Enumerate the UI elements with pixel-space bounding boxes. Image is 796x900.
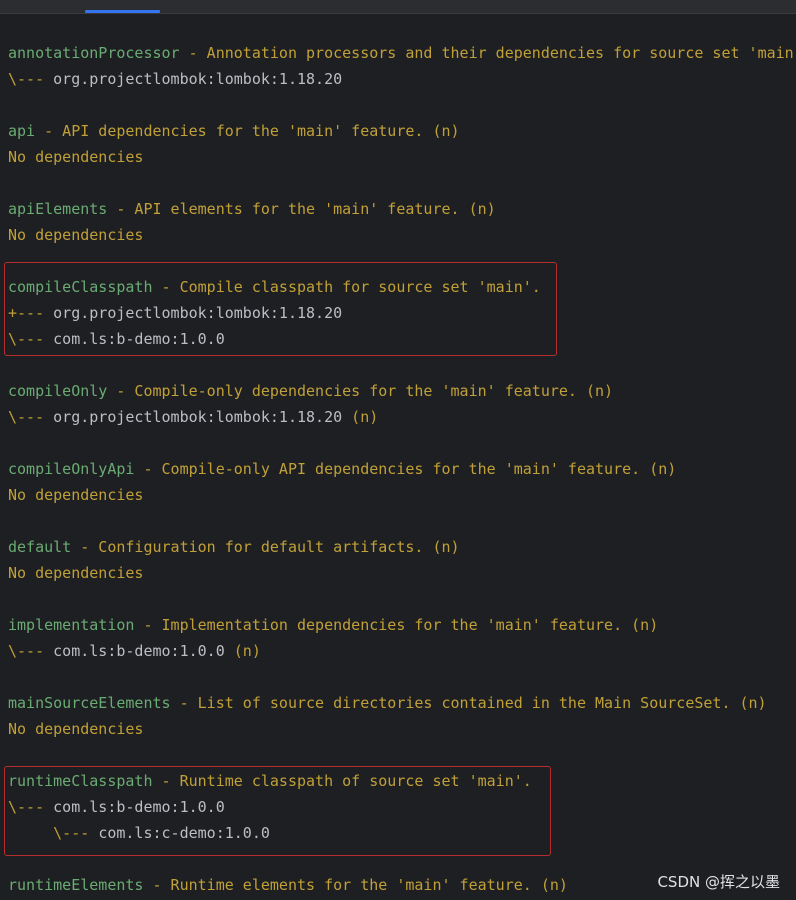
dependency-artifact: com.ls:b-demo:1.0.0 [53, 330, 225, 348]
no-dependencies-text: No dependencies [8, 564, 144, 582]
config-description: - Runtime elements for the 'main' featur… [143, 876, 568, 894]
config-name: runtimeClasspath [8, 772, 153, 790]
config-header: compileOnlyApi - Compile-only API depend… [8, 456, 796, 482]
dependency-artifact: com.ls:b-demo:1.0.0 [53, 642, 225, 660]
active-tab-indicator[interactable] [85, 10, 160, 13]
tree-connector: \--- [8, 70, 54, 88]
config-name: api [8, 122, 36, 140]
config-description: - Runtime classpath of source set 'main'… [152, 772, 532, 790]
omitted-marker: (n) [224, 642, 261, 660]
gradle-dependencies-output[interactable]: annotationProcessor - Annotation process… [8, 40, 796, 898]
config-header: mainSourceElements - List of source dire… [8, 690, 796, 716]
tree-connector: \--- [8, 798, 54, 816]
dependency-line: \--- com.ls:b-demo:1.0.0 (n) [8, 638, 796, 664]
config-description: - Compile-only API dependencies for the … [134, 460, 677, 478]
dependency-line: \--- com.ls:c-demo:1.0.0 [8, 820, 796, 846]
tool-window-tab-bar [0, 0, 796, 14]
tree-connector: \--- [8, 408, 54, 426]
config-header: compileOnly - Compile-only dependencies … [8, 378, 796, 404]
dependency-artifact: com.ls:c-demo:1.0.0 [98, 824, 270, 842]
config-description: - API elements for the 'main' feature. (… [107, 200, 496, 218]
config-header: runtimeClasspath - Runtime classpath of … [8, 768, 796, 794]
dependency-artifact: com.ls:b-demo:1.0.0 [53, 798, 225, 816]
config-description: - Compile-only dependencies for the 'mai… [107, 382, 614, 400]
config-name: default [8, 538, 72, 556]
dependency-line: \--- org.projectlombok:lombok:1.18.20 (n… [8, 404, 796, 430]
tree-connector: \--- [8, 330, 54, 348]
tree-connector: \--- [8, 824, 99, 842]
dependency-artifact: org.projectlombok:lombok:1.18.20 [53, 70, 343, 88]
tree-connector: \--- [8, 642, 54, 660]
config-header: apiElements - API elements for the 'main… [8, 196, 796, 222]
config-description: - List of source directories contained i… [170, 694, 767, 712]
config-name: compileOnly [8, 382, 108, 400]
dependency-artifact: org.projectlombok:lombok:1.18.20 [53, 408, 343, 426]
dependency-artifact: org.projectlombok:lombok:1.18.20 [53, 304, 343, 322]
config-description: - Annotation processors and their depend… [179, 44, 796, 62]
config-description: - Implementation dependencies for the 'm… [134, 616, 659, 634]
config-name: compileOnlyApi [8, 460, 135, 478]
csdn-watermark: CSDN @挥之以墨 [657, 873, 780, 891]
omitted-marker: (n) [342, 408, 379, 426]
config-header: implementation - Implementation dependen… [8, 612, 796, 638]
no-dependencies-text: No dependencies [8, 720, 144, 738]
config-name: compileClasspath [8, 278, 153, 296]
config-name: apiElements [8, 200, 108, 218]
config-header: default - Configuration for default arti… [8, 534, 796, 560]
dependency-line: \--- com.ls:b-demo:1.0.0 [8, 326, 796, 352]
dependency-line: \--- org.projectlombok:lombok:1.18.20 [8, 66, 796, 92]
config-name: runtimeElements [8, 876, 144, 894]
config-header: compileClasspath - Compile classpath for… [8, 274, 796, 300]
tree-connector: +--- [8, 304, 54, 322]
config-description: - Compile classpath for source set 'main… [152, 278, 541, 296]
config-name: annotationProcessor [8, 44, 180, 62]
no-dependencies-text: No dependencies [8, 486, 144, 504]
dependency-line: +--- org.projectlombok:lombok:1.18.20 [8, 300, 796, 326]
config-name: implementation [8, 616, 135, 634]
config-name: mainSourceElements [8, 694, 171, 712]
no-dependencies-text: No dependencies [8, 148, 144, 166]
config-header: api - API dependencies for the 'main' fe… [8, 118, 796, 144]
config-description: - API dependencies for the 'main' featur… [35, 122, 460, 140]
config-description: - Configuration for default artifacts. (… [71, 538, 460, 556]
no-dependencies-text: No dependencies [8, 226, 144, 244]
config-header: annotationProcessor - Annotation process… [8, 40, 796, 66]
dependency-line: \--- com.ls:b-demo:1.0.0 [8, 794, 796, 820]
